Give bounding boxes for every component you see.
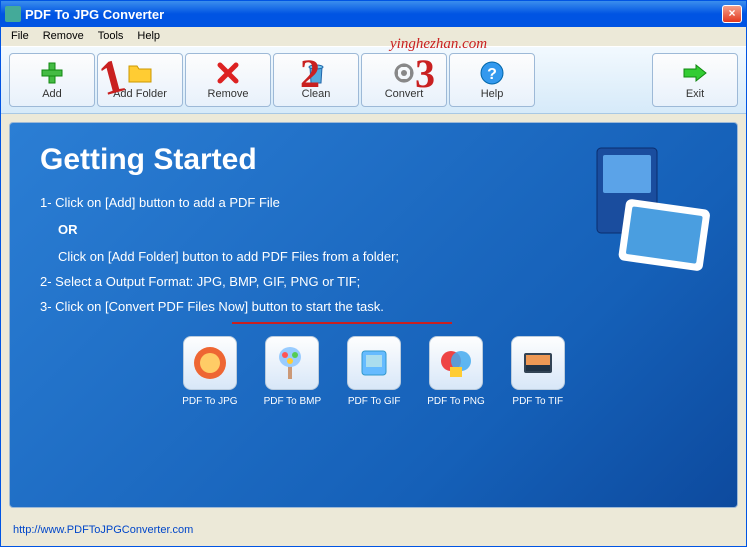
book-illustration: [567, 143, 687, 293]
bmp-icon: [265, 336, 319, 390]
format-buttons: PDF To JPG PDF To BMP PDF To GIF PDF To …: [40, 336, 707, 407]
app-icon: [5, 6, 21, 22]
x-icon: [215, 60, 241, 86]
content-panel: Getting Started 1- Click on [Add] button…: [9, 122, 738, 508]
menu-help[interactable]: Help: [131, 29, 166, 44]
app-window: PDF To JPG Converter × File Remove Tools…: [0, 0, 747, 547]
pdf-to-jpg-button[interactable]: PDF To JPG: [182, 336, 237, 407]
clean-button[interactable]: Clean: [273, 53, 359, 107]
gear-icon: [391, 60, 417, 86]
add-button[interactable]: Add: [9, 53, 95, 107]
menu-file[interactable]: File: [5, 29, 35, 44]
jpg-icon: [183, 336, 237, 390]
remove-button[interactable]: Remove: [185, 53, 271, 107]
arrow-right-icon: [682, 60, 708, 86]
jpg-label: PDF To JPG: [182, 396, 237, 407]
window-title: PDF To JPG Converter: [25, 7, 722, 22]
close-button[interactable]: ×: [722, 5, 742, 23]
question-icon: ?: [479, 60, 505, 86]
remove-label: Remove: [208, 88, 249, 100]
menu-remove[interactable]: Remove: [37, 29, 90, 44]
gif-label: PDF To GIF: [348, 396, 401, 407]
png-label: PDF To PNG: [427, 396, 485, 407]
folder-icon: [127, 60, 153, 86]
pdf-to-tif-button[interactable]: PDF To TIF: [511, 336, 565, 407]
tif-label: PDF To TIF: [512, 396, 563, 407]
toolbar: Add Add Folder Remove Clean Convert ? He…: [1, 46, 746, 114]
toolbar-spacer: [537, 53, 650, 107]
pdf-to-gif-button[interactable]: PDF To GIF: [347, 336, 401, 407]
pdf-to-bmp-button[interactable]: PDF To BMP: [264, 336, 322, 407]
help-label: Help: [481, 88, 504, 100]
menu-tools[interactable]: Tools: [92, 29, 130, 44]
menubar: File Remove Tools Help: [1, 27, 746, 46]
convert-label: Convert: [385, 88, 424, 100]
pdf-to-png-button[interactable]: PDF To PNG: [427, 336, 485, 407]
titlebar: PDF To JPG Converter ×: [1, 1, 746, 27]
gif-icon: [347, 336, 401, 390]
bmp-label: PDF To BMP: [264, 396, 322, 407]
help-button[interactable]: ? Help: [449, 53, 535, 107]
plus-icon: [39, 60, 65, 86]
footer: http://www.PDFToJPGConverter.com: [1, 516, 746, 546]
exit-button[interactable]: Exit: [652, 53, 738, 107]
svg-text:?: ?: [487, 66, 497, 83]
trash-icon: [303, 60, 329, 86]
tif-icon: [511, 336, 565, 390]
clean-label: Clean: [302, 88, 331, 100]
add-label: Add: [42, 88, 62, 100]
convert-button[interactable]: Convert: [361, 53, 447, 107]
website-link[interactable]: http://www.PDFToJPGConverter.com: [13, 524, 193, 536]
png-icon: [429, 336, 483, 390]
exit-label: Exit: [686, 88, 704, 100]
add-folder-button[interactable]: Add Folder: [97, 53, 183, 107]
add-folder-label: Add Folder: [113, 88, 167, 100]
